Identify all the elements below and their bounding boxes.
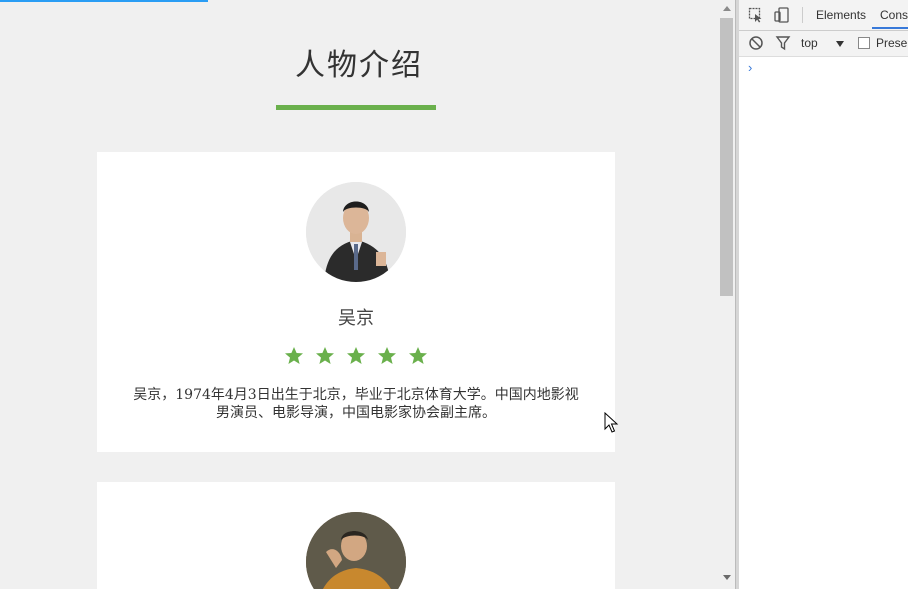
- page-viewport: 人物介绍 吴京 吴京，1974年4月3日出生于北京，毕业于北京体育大学。中国内地…: [0, 0, 718, 589]
- star-icon: [347, 347, 365, 364]
- star-icon: [284, 347, 303, 364]
- profile-avatar: [306, 512, 406, 589]
- star-icon: [378, 347, 397, 364]
- loading-progress-bar: [0, 0, 209, 2]
- device-toolbar-icon[interactable]: [774, 7, 790, 23]
- preserve-log-checkbox[interactable]: [858, 37, 870, 49]
- devtools-panel: Elements Console top Preserve log ›: [739, 0, 908, 589]
- profile-description: 吴京，1974年4月3日出生于北京，毕业于北京体育大学。中国内地影视男演员、电影…: [133, 387, 579, 421]
- chevron-down-icon[interactable]: [836, 41, 844, 47]
- mouse-cursor-icon: [604, 412, 619, 433]
- devtools-tabbar: Elements Console: [739, 0, 908, 31]
- tab-elements[interactable]: Elements: [816, 8, 866, 22]
- person-photo-icon: [306, 512, 406, 589]
- toolbar-separator: [802, 7, 803, 23]
- profile-name: 吴京: [338, 308, 374, 329]
- console-toolbar: top Preserve log: [739, 31, 908, 57]
- active-tab-indicator: [872, 27, 908, 29]
- clear-console-icon[interactable]: [748, 35, 764, 51]
- profile-card: [97, 482, 615, 589]
- context-selector[interactable]: top: [801, 36, 818, 50]
- person-photo-icon: [306, 182, 406, 282]
- tab-console[interactable]: Console: [880, 8, 908, 22]
- profile-avatar: [306, 182, 406, 282]
- scroll-down-arrow-icon[interactable]: [723, 575, 731, 580]
- filter-icon[interactable]: [775, 35, 791, 51]
- scroll-up-arrow-icon[interactable]: [723, 6, 731, 11]
- star-icon: [315, 347, 334, 364]
- scrollbar-thumb[interactable]: [720, 18, 733, 296]
- star-icon: [409, 347, 428, 364]
- console-prompt[interactable]: ›: [748, 60, 752, 75]
- rating-stars: [97, 346, 615, 370]
- page-title: 人物介绍: [295, 48, 423, 83]
- page-scrollbar[interactable]: [718, 0, 735, 589]
- preserve-log-label: Preserve log: [876, 36, 908, 50]
- title-underline: [276, 105, 436, 110]
- profile-card: 吴京 吴京，1974年4月3日出生于北京，毕业于北京体育大学。中国内地影视男演员…: [97, 152, 615, 452]
- inspect-element-icon[interactable]: [748, 7, 764, 23]
